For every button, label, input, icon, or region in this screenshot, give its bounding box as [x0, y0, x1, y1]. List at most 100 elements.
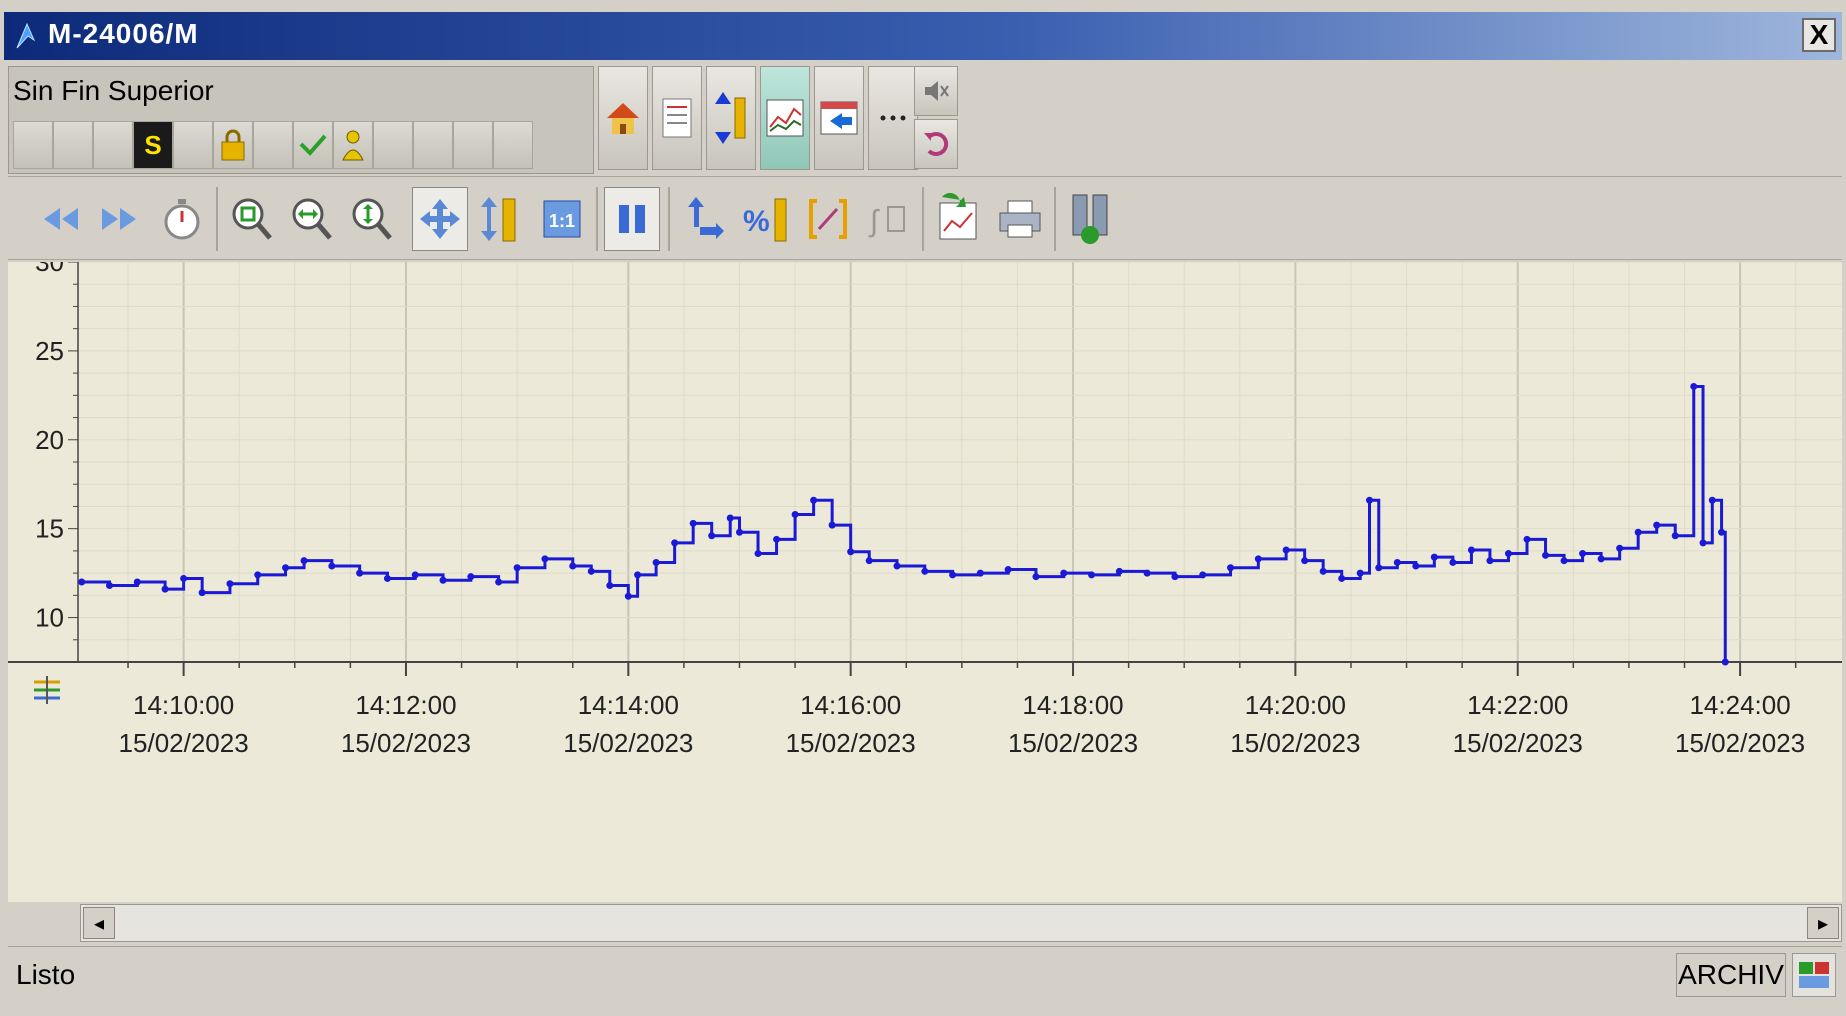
forward-button[interactable] [92, 187, 148, 251]
move-button[interactable] [412, 187, 468, 251]
print-button[interactable] [992, 187, 1048, 251]
report-button[interactable] [652, 66, 702, 170]
data-point [411, 571, 419, 579]
data-point [921, 567, 929, 575]
scroll-right-button[interactable]: ▸ [1807, 907, 1839, 939]
svg-text:1:1: 1:1 [549, 211, 575, 231]
status-slot [453, 121, 493, 169]
data-point [1579, 550, 1587, 558]
data-point [1542, 551, 1550, 559]
data-point [513, 564, 521, 572]
data-point [634, 571, 642, 579]
data-point [1115, 567, 1123, 575]
trend-chart[interactable]: 10 15 20 25 30 14:10:00 15/02/2023 14:12:00 15/… [8, 247, 1842, 902]
home-icon [607, 103, 639, 134]
trend-toolbar: 1:1 % ∫ [8, 176, 1842, 260]
data-point [1199, 571, 1207, 579]
data-point [198, 589, 206, 597]
data-point [1088, 571, 1096, 579]
time-range-button[interactable] [154, 187, 210, 251]
scale-button[interactable] [706, 66, 756, 170]
table-arrow-icon [820, 101, 858, 135]
data-point [1634, 528, 1642, 536]
time-scrollbar[interactable]: ◂ ▸ [80, 904, 1842, 942]
y-tick-label: 15 [35, 514, 64, 544]
legend-button[interactable] [26, 672, 66, 712]
trend-chart-icon [766, 99, 804, 137]
data-arrows-icon [688, 197, 724, 239]
data-point [1301, 557, 1309, 565]
data-point [1671, 532, 1679, 540]
data-point [1254, 555, 1262, 563]
scroll-left-button[interactable]: ◂ [83, 907, 115, 939]
status-bar: Listo ARCHIV [8, 946, 1842, 1002]
data-point [1616, 544, 1624, 552]
y-tick-label: 30 [35, 262, 64, 277]
data-point [1412, 562, 1420, 570]
data-point [1467, 546, 1475, 554]
status-slot [173, 121, 213, 169]
speaker-icon [925, 81, 949, 101]
statistics-button[interactable]: ∫ [860, 187, 916, 251]
status-slot [413, 121, 453, 169]
undo-icon [924, 132, 949, 156]
mute-button[interactable] [914, 66, 958, 116]
home-button[interactable] [598, 66, 648, 170]
data-point [254, 571, 262, 579]
original-view-button[interactable]: 1:1 [534, 187, 590, 251]
table-view-button[interactable] [814, 66, 864, 170]
more-button[interactable] [868, 66, 918, 170]
integral-icon: ∫ [868, 205, 905, 238]
x-tick-time-label: 14:22:00 [1467, 690, 1568, 720]
zoom-time-axis-button[interactable] [284, 187, 340, 251]
zoom-area-button[interactable] [224, 187, 280, 251]
y-tick-label: 10 [35, 603, 64, 633]
data-point [847, 548, 855, 556]
data-point [226, 580, 234, 588]
data-point [828, 521, 836, 529]
relative-axis-button[interactable]: % [738, 187, 794, 251]
check-icon [293, 121, 333, 169]
data-point [356, 569, 364, 577]
data-point [624, 592, 632, 600]
trend-chart-area[interactable]: 10 15 20 25 30 14:10:00 15/02/2023 14:12:00 15/… [8, 247, 1842, 902]
x-tick-date-label: 15/02/2023 [341, 728, 471, 758]
move-axis-button[interactable] [472, 187, 528, 251]
trend-window: M-24006/M X Sin Fin Superior S 1:1 % ∫ 1… [0, 0, 1846, 1016]
data-point [1560, 557, 1568, 565]
data-point [726, 514, 734, 522]
one-to-one-icon: 1:1 [543, 200, 581, 238]
user-key-icon [333, 121, 373, 169]
title-bar[interactable]: M-24006/M X [4, 12, 1842, 60]
data-point [606, 582, 614, 590]
data-point [1690, 382, 1698, 390]
pause-button[interactable] [604, 187, 660, 251]
export-button[interactable] [930, 187, 986, 251]
app-icon [16, 22, 36, 49]
zoom-horizontal-icon [292, 198, 332, 240]
data-point [976, 569, 984, 577]
status-text: Listo [16, 959, 76, 990]
data-point [541, 555, 549, 563]
move-arrows-icon [420, 199, 460, 239]
series-layer [78, 382, 1729, 666]
connect-button[interactable] [1062, 187, 1118, 251]
x-tick-time-label: 14:20:00 [1245, 690, 1346, 720]
zoom-value-axis-button[interactable] [344, 187, 400, 251]
trend-view-button[interactable] [760, 66, 810, 170]
x-tick-time-label: 14:18:00 [1022, 690, 1123, 720]
close-button[interactable]: X [1802, 18, 1836, 52]
ruler-button[interactable] [800, 187, 856, 251]
data-point [949, 571, 957, 579]
data-point [1060, 569, 1068, 577]
x-tick-time-label: 14:24:00 [1689, 690, 1790, 720]
data-point [671, 539, 679, 547]
undo-button[interactable] [914, 119, 958, 169]
select-data-button[interactable] [676, 187, 732, 251]
data-point [1227, 564, 1235, 572]
rewind-button[interactable] [32, 187, 88, 251]
data-point [1356, 569, 1364, 577]
data-point [133, 578, 141, 586]
status-slot [253, 121, 293, 169]
data-point [791, 510, 799, 518]
